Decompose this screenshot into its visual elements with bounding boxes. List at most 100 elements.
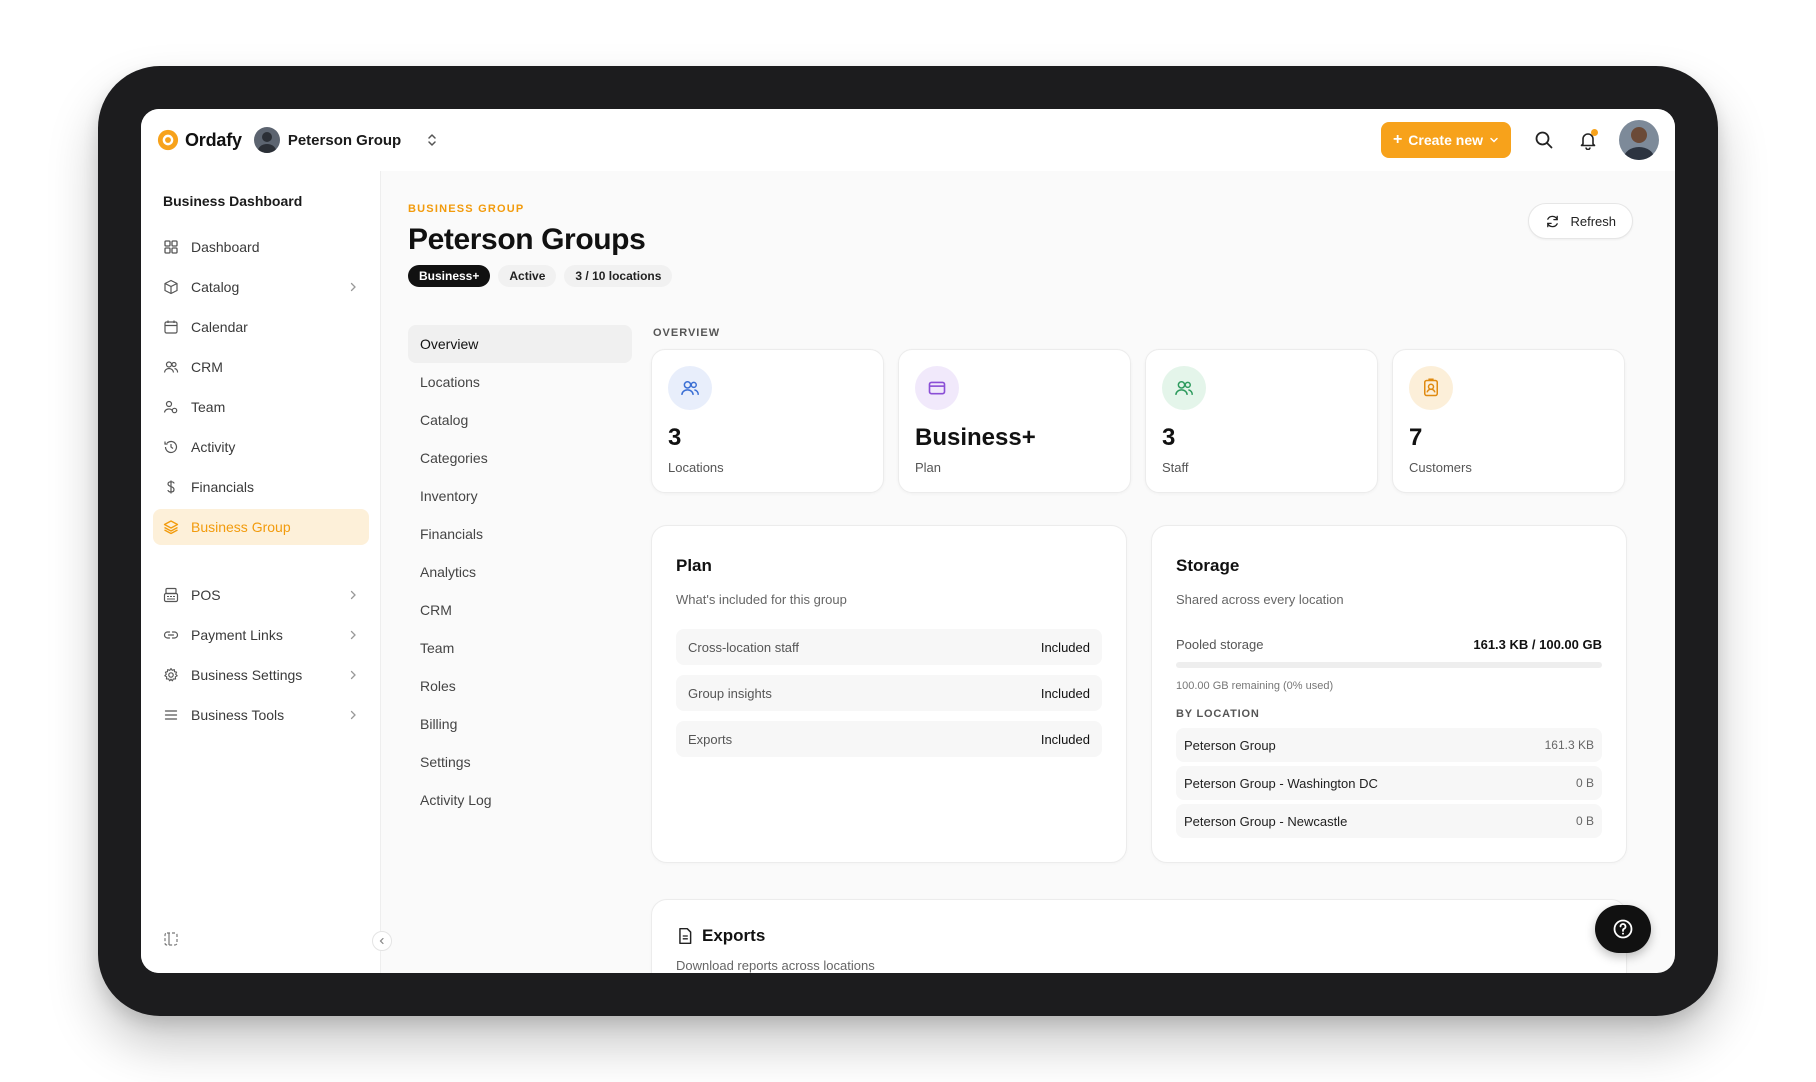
- sidebar-item-pos[interactable]: POS: [153, 577, 369, 613]
- sidebar-item-business-group[interactable]: Business Group: [153, 509, 369, 545]
- pooled-label: Pooled storage: [1176, 637, 1264, 652]
- tab-settings[interactable]: Settings: [408, 743, 632, 781]
- grid-icon: [164, 240, 178, 254]
- sidebar-nav: Dashboard Catalog Calendar CRM Team Acti…: [153, 229, 369, 737]
- stat-card-staff: 3 Staff: [1145, 349, 1378, 493]
- stat-label: Staff: [1162, 460, 1189, 475]
- user-avatar[interactable]: [1619, 120, 1659, 160]
- link-icon: [163, 631, 179, 639]
- contact-icon: [1409, 366, 1453, 410]
- chevron-right-icon: [350, 630, 356, 640]
- card-icon: [915, 366, 959, 410]
- search-button[interactable]: [1527, 123, 1561, 157]
- chevron-right-icon: [350, 282, 356, 292]
- exports-panel: Exports Download reports across location…: [651, 899, 1627, 973]
- sidebar-item-label: Business Settings: [191, 667, 303, 683]
- status-badges: Business+ Active 3 / 10 locations: [408, 265, 673, 287]
- sidebar-item-label: Dashboard: [191, 239, 260, 255]
- menu-icon: [164, 710, 178, 720]
- stat-label: Customers: [1409, 460, 1472, 475]
- plan-subtitle: What's included for this group: [676, 592, 847, 607]
- page-title: Peterson Groups: [408, 223, 646, 256]
- location-size: 0 B: [1575, 814, 1594, 828]
- main-content: BUSINESS GROUP Peterson Groups Business+…: [381, 171, 1675, 973]
- tab-activity-log[interactable]: Activity Log: [408, 781, 632, 819]
- search-icon: [1535, 131, 1553, 149]
- logo-icon: [157, 129, 179, 151]
- layers-icon: [163, 520, 179, 535]
- exports-subtitle: Download reports across locations: [676, 958, 875, 973]
- document-icon: [679, 927, 692, 945]
- calendar-icon: [164, 320, 178, 334]
- sidebar-item-label: Payment Links: [191, 627, 283, 643]
- create-new-button[interactable]: + Create new: [1380, 122, 1511, 158]
- stat-card-plan: Business+ Plan: [898, 349, 1131, 493]
- org-avatar: [253, 127, 280, 153]
- notifications-button[interactable]: [1571, 123, 1605, 157]
- tab-crm[interactable]: CRM: [408, 591, 632, 629]
- tab-inventory[interactable]: Inventory: [408, 477, 632, 515]
- sidebar-item-label: Calendar: [191, 319, 248, 335]
- users-icon: [1162, 366, 1206, 410]
- sidebar-item-calendar[interactable]: Calendar: [153, 309, 369, 345]
- device-frame: Ordafy Peterson Group + Create new Busin…: [98, 66, 1718, 1016]
- overview-label: OVERVIEW: [653, 327, 721, 339]
- sidebar-item-financials[interactable]: Financials: [153, 469, 369, 505]
- plan-feature-row: Cross-location staff Included: [676, 629, 1102, 665]
- tab-locations[interactable]: Locations: [408, 363, 632, 401]
- locations-badge: 3 / 10 locations: [564, 265, 673, 287]
- tab-roles[interactable]: Roles: [408, 667, 632, 705]
- sidebar-item-business-tools[interactable]: Business Tools: [153, 697, 369, 733]
- sidebar-item-team[interactable]: Team: [153, 389, 369, 425]
- sidebar-item-label: Business Tools: [191, 707, 285, 723]
- sidebar-item-label: Activity: [191, 439, 236, 455]
- users-icon: [668, 366, 712, 410]
- feature-value: Included: [1040, 731, 1090, 747]
- sidebar-item-crm[interactable]: CRM: [153, 349, 369, 385]
- tab-catalog[interactable]: Catalog: [408, 401, 632, 439]
- feature-label: Group insights: [688, 685, 772, 701]
- feature-value: Included: [1040, 685, 1090, 701]
- stat-value: 3: [1162, 424, 1176, 451]
- storage-progress-bar: [1176, 662, 1602, 668]
- sidebar-item-label: Team: [191, 399, 226, 415]
- tab-categories[interactable]: Categories: [408, 439, 632, 477]
- feature-value: Included: [1040, 639, 1090, 655]
- tab-financials[interactable]: Financials: [408, 515, 632, 553]
- sidebar-item-label: CRM: [191, 359, 223, 375]
- tab-team[interactable]: Team: [408, 629, 632, 667]
- tab-overview[interactable]: Overview: [408, 325, 632, 363]
- page-eyebrow: BUSINESS GROUP: [408, 203, 525, 215]
- location-storage-row: Peterson Group - Washington DC 0 B: [1176, 766, 1602, 800]
- box-icon: [164, 279, 178, 295]
- notification-dot: [1591, 129, 1598, 136]
- pooled-value: 161.3 KB / 100.00 GB: [1473, 637, 1602, 652]
- stat-card-customers: 7 Customers: [1392, 349, 1625, 493]
- tab-analytics[interactable]: Analytics: [408, 553, 632, 591]
- stat-value: 3: [668, 424, 682, 451]
- location-name: Peterson Group - Newcastle: [1184, 813, 1348, 829]
- stat-card-locations: 3 Locations: [651, 349, 884, 493]
- location-name: Peterson Group: [1184, 737, 1276, 753]
- org-switcher[interactable]: Peterson Group: [253, 127, 439, 153]
- help-button[interactable]: [1595, 905, 1651, 953]
- sidebar-item-activity[interactable]: Activity: [153, 429, 369, 465]
- app-logo[interactable]: Ordafy: [157, 129, 242, 151]
- location-name: Peterson Group - Washington DC: [1184, 775, 1378, 791]
- plus-icon: +: [1392, 131, 1403, 148]
- storage-panel: Storage Shared across every location Poo…: [1151, 525, 1627, 863]
- create-new-label: Create new: [1408, 132, 1483, 148]
- sidebar-item-label: Catalog: [191, 279, 240, 295]
- by-location-label: BY LOCATION: [1176, 708, 1260, 720]
- app-name: Ordafy: [185, 129, 242, 150]
- refresh-button[interactable]: Refresh: [1528, 203, 1633, 239]
- top-bar: Ordafy Peterson Group + Create new: [141, 109, 1675, 171]
- sidebar-item-dashboard[interactable]: Dashboard: [153, 229, 369, 265]
- sidebar-item-payment-links[interactable]: Payment Links: [153, 617, 369, 653]
- stat-value: Business+: [915, 424, 1036, 451]
- chevron-right-icon: [350, 590, 356, 600]
- sidebar-item-catalog[interactable]: Catalog: [153, 269, 369, 305]
- tab-billing[interactable]: Billing: [408, 705, 632, 743]
- sidebar-item-business-settings[interactable]: Business Settings: [153, 657, 369, 693]
- sidebar-toggle-icon[interactable]: [163, 931, 179, 947]
